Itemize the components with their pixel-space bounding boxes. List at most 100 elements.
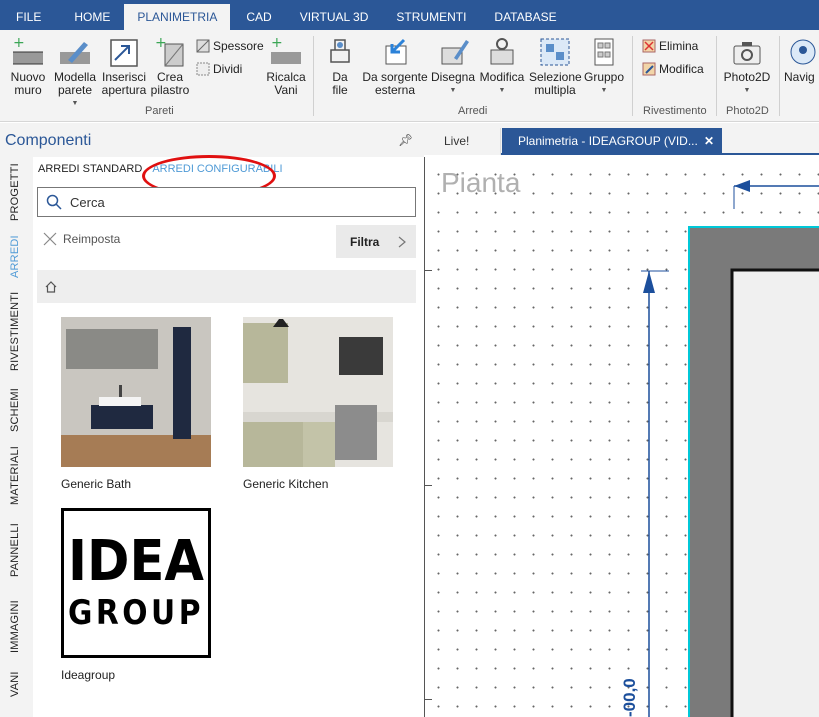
dividi-label: Dividi bbox=[213, 62, 243, 76]
edit-cover-icon bbox=[642, 62, 656, 76]
wall-edit-icon bbox=[60, 42, 90, 64]
home-icon[interactable] bbox=[45, 280, 57, 293]
generic-kitchen-thumbnail bbox=[243, 317, 393, 467]
plan-canvas[interactable]: Pianta -00,0 bbox=[424, 157, 819, 717]
tab-planimetria[interactable]: Planimetria - IDEAGROUP (VID... ✕ bbox=[502, 128, 722, 155]
group-icon bbox=[594, 38, 614, 66]
pareti-group-label: Pareti bbox=[145, 105, 174, 117]
selezione-multipla-button[interactable]: Selezione multipla bbox=[528, 36, 582, 97]
da-file-button[interactable]: Da file bbox=[318, 36, 362, 97]
opening-icon bbox=[110, 39, 138, 67]
generic-kitchen-label: Generic Kitchen bbox=[243, 477, 329, 491]
crea-pilastro-label: Crea pilastro bbox=[150, 70, 190, 97]
chevron-down-icon: ▼ bbox=[600, 87, 608, 94]
pin-icon[interactable]: 📌︎ bbox=[398, 133, 413, 147]
subtab-arredi-standard[interactable]: ARREDI STANDARD bbox=[38, 163, 142, 175]
tab-pannelli[interactable]: PANNELLI bbox=[9, 523, 21, 577]
menu-tab-strumenti[interactable]: STRUMENTI bbox=[382, 4, 480, 30]
menu-tab-planimetria[interactable]: PLANIMETRIA bbox=[124, 4, 231, 30]
close-icon[interactable]: ✕ bbox=[704, 128, 714, 155]
modifica-arredi-button[interactable]: Modifica ▼ bbox=[476, 36, 528, 97]
crea-pilastro-button[interactable]: + Crea pilastro bbox=[148, 36, 192, 97]
camera-icon bbox=[733, 42, 761, 65]
tab-vani[interactable]: VANI bbox=[9, 671, 21, 697]
tab-materiali[interactable]: MATERIALI bbox=[9, 446, 21, 505]
furniture-item-generic-bath[interactable]: Generic Bath bbox=[61, 317, 213, 491]
gruppo-button[interactable]: Gruppo ▼ bbox=[582, 36, 626, 97]
tab-planimetria-label: Planimetria - IDEAGROUP (VID... bbox=[518, 134, 698, 148]
da-sorgente-esterna-button[interactable]: Da sorgente esterna bbox=[362, 36, 428, 97]
floor-plan-drawing bbox=[641, 180, 819, 717]
search-placeholder: Cerca bbox=[70, 194, 105, 210]
trace-rooms-icon: + bbox=[271, 36, 301, 64]
dividi-button[interactable]: Dividi bbox=[196, 62, 242, 76]
menu-tab-cad[interactable]: CAD bbox=[230, 4, 285, 30]
filter-button[interactable]: Filtra bbox=[336, 225, 416, 258]
svg-text:GROUP: GROUP bbox=[68, 593, 204, 633]
multi-select-icon bbox=[540, 38, 570, 66]
elimina-label: Elimina bbox=[659, 39, 699, 53]
modifica-rivestimento-button[interactable]: Modifica bbox=[642, 62, 704, 76]
gruppo-label: Gruppo bbox=[583, 70, 625, 84]
elimina-button[interactable]: Elimina bbox=[642, 39, 698, 53]
pillar-icon: + bbox=[155, 36, 184, 67]
tab-schemi[interactable]: SCHEMI bbox=[9, 388, 21, 432]
menu-tab-home[interactable]: HOME bbox=[59, 4, 124, 30]
ricalca-vani-label: Ricalca Vani bbox=[266, 70, 306, 97]
disegna-label: Disegna bbox=[430, 70, 476, 84]
dimension-value: -00,0 bbox=[620, 678, 639, 717]
furniture-item-ideagroup[interactable]: IDEA GROUP Ideagroup bbox=[61, 508, 213, 682]
divide-icon bbox=[196, 62, 210, 76]
svg-text:+: + bbox=[271, 36, 283, 51]
group-divider bbox=[632, 36, 633, 116]
da-file-label: Da file bbox=[332, 70, 348, 97]
generic-bath-label: Generic Bath bbox=[61, 477, 132, 491]
spessore-label: Spessore bbox=[213, 39, 264, 53]
tab-progetti[interactable]: PROGETTI bbox=[9, 163, 21, 221]
wall-add-icon: + bbox=[13, 36, 43, 65]
svg-text:+: + bbox=[13, 36, 25, 51]
menu-tab-database[interactable]: DATABASE bbox=[480, 4, 570, 30]
inserisci-apertura-button[interactable]: Inserisci apertura bbox=[100, 36, 148, 97]
nuovo-muro-button[interactable]: + Nuovo muro bbox=[6, 36, 50, 97]
photo2d-group-label: Photo2D bbox=[726, 105, 769, 117]
components-content: ARREDI STANDARD ARREDI CONFIGURABILI Cer… bbox=[33, 155, 424, 717]
reset-label: Reimposta bbox=[63, 232, 121, 246]
ricalca-vani-button[interactable]: + Ricalca Vani bbox=[264, 36, 308, 97]
modifica-rivestimento-label: Modifica bbox=[659, 62, 704, 76]
furniture-item-generic-kitchen[interactable]: Generic Kitchen bbox=[243, 317, 395, 491]
menu-tab-file[interactable]: FILE bbox=[0, 4, 59, 30]
disegna-button[interactable]: Disegna ▼ bbox=[430, 36, 476, 97]
tab-arredi[interactable]: ARREDI bbox=[9, 235, 21, 278]
group-divider bbox=[716, 36, 717, 116]
tab-immagini[interactable]: IMMAGINI bbox=[9, 600, 21, 653]
tab-live[interactable]: Live! bbox=[424, 128, 501, 155]
thickness-icon bbox=[196, 39, 210, 53]
edit-furniture-icon bbox=[490, 38, 514, 65]
search-input[interactable]: Cerca bbox=[37, 187, 416, 217]
modella-parete-label: Modella parete bbox=[53, 70, 97, 97]
nuovo-muro-label: Nuovo muro bbox=[10, 70, 46, 97]
group-divider bbox=[779, 36, 780, 116]
navigator-icon bbox=[790, 39, 816, 65]
selezione-multipla-label: Selezione multipla bbox=[529, 70, 582, 97]
spessore-button[interactable]: Spessore bbox=[196, 39, 264, 53]
components-panel: Componenti 📌︎ PROGETTI ARREDI RIVESTIMEN… bbox=[0, 123, 424, 717]
photo2d-label: Photo2D bbox=[723, 70, 771, 84]
panel-title: Componenti bbox=[5, 132, 92, 149]
furniture-file-icon bbox=[330, 39, 350, 63]
ribbon: + Nuovo muro Modella parete ▼ Inserisci … bbox=[0, 30, 819, 122]
draw-furniture-icon bbox=[441, 40, 469, 65]
arredi-group-label: Arredi bbox=[458, 105, 488, 117]
ideagroup-logo: IDEA GROUP bbox=[61, 508, 211, 658]
tab-rivestimenti[interactable]: RIVESTIMENTI bbox=[9, 292, 21, 371]
document-tabs: Live! Planimetria - IDEAGROUP (VID... ✕ bbox=[424, 123, 819, 155]
furniture-subtabs: ARREDI STANDARD ARREDI CONFIGURABILI bbox=[38, 155, 283, 197]
modella-parete-button[interactable]: Modella parete ▼ bbox=[51, 36, 99, 110]
photo2d-button[interactable]: Photo2D ▼ bbox=[720, 36, 774, 97]
delete-cover-icon bbox=[642, 39, 656, 53]
menu-tab-virtual3d[interactable]: VIRTUAL 3D bbox=[286, 4, 383, 30]
reset-button[interactable]: Reimposta bbox=[43, 232, 120, 246]
navig-button[interactable]: Navig bbox=[784, 36, 819, 84]
close-icon bbox=[43, 232, 57, 246]
